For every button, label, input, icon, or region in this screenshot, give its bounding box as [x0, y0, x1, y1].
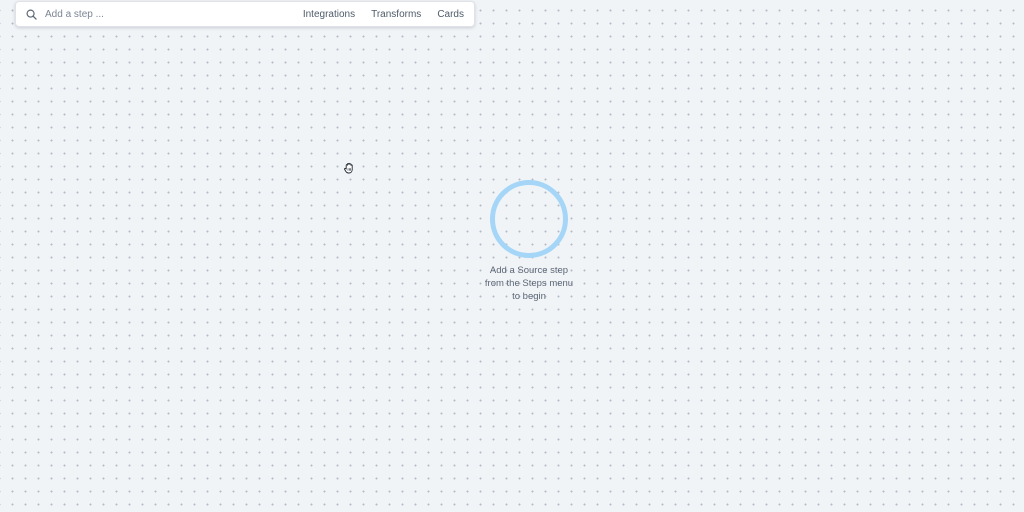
menu-item-integrations[interactable]: Integrations — [303, 9, 355, 20]
menu-item-cards[interactable]: Cards — [437, 9, 464, 20]
empty-state-line: from the Steps menu — [484, 278, 574, 289]
empty-state-line: to begin — [512, 291, 546, 302]
add-step-search-input[interactable] — [45, 4, 303, 24]
search-icon — [25, 8, 37, 20]
empty-state-ring-icon — [490, 180, 568, 258]
menu-item-transforms[interactable]: Transforms — [371, 9, 421, 20]
empty-state-message: Add a Source step from the Steps menu to… — [469, 264, 589, 303]
grab-hand-icon — [343, 161, 356, 175]
steps-toolbar: Integrations Transforms Cards — [15, 1, 475, 27]
flow-canvas[interactable]: Integrations Transforms Cards Add a Sour… — [0, 0, 1024, 512]
empty-state: Add a Source step from the Steps menu to… — [469, 180, 589, 303]
empty-state-line: Add a Source step — [489, 265, 569, 276]
steps-menu: Integrations Transforms Cards — [303, 9, 464, 20]
